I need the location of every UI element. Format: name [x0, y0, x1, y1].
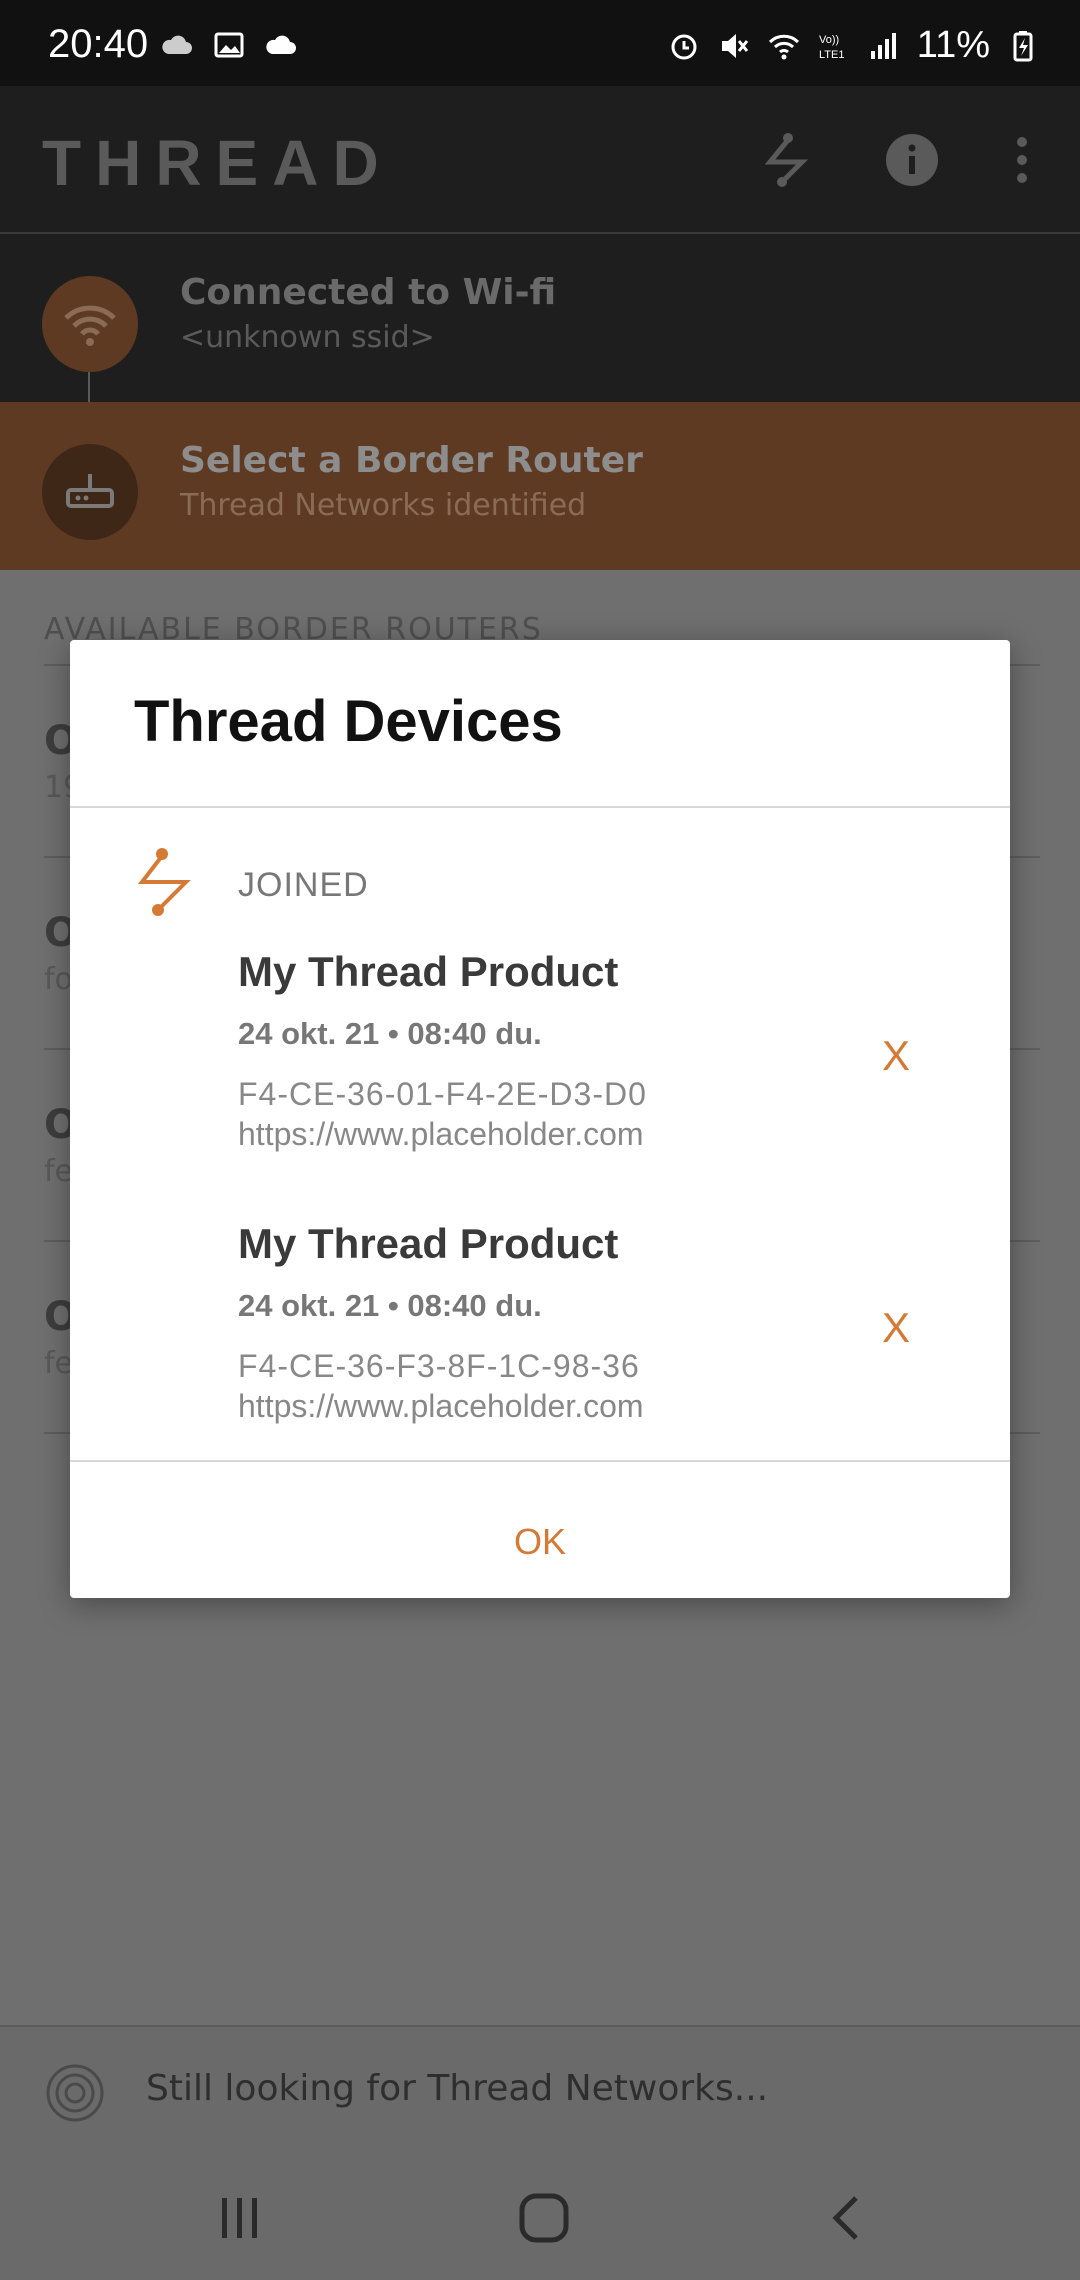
dialog-title: Thread Devices	[134, 689, 563, 754]
status-left-icons	[160, 28, 298, 62]
scan-status-text: Still looking for Thread Networks...	[146, 2068, 769, 2109]
battery-percent: 11%	[916, 24, 990, 66]
step-connector	[88, 372, 90, 404]
router-item-subtitle: fo	[44, 962, 73, 997]
image-icon	[214, 32, 244, 58]
router-item-subtitle: fe	[44, 1154, 74, 1189]
border-router-step-subtitle: Thread Networks identified	[180, 488, 587, 523]
device-joined-time: 24 okt. 21 • 08:40 du.	[238, 1288, 542, 1323]
mute-icon	[721, 33, 748, 58]
recent-apps-icon[interactable]	[212, 2190, 268, 2246]
remove-device-button[interactable]: X	[882, 1304, 910, 1352]
device-eui: F4-CE-36-F3-8F-1C-98-36	[238, 1348, 640, 1384]
info-icon[interactable]	[882, 130, 942, 190]
wifi-step-subtitle: <unknown ssid>	[180, 320, 435, 355]
joined-section-label: JOINED	[238, 866, 369, 904]
device-url[interactable]: https://www.placeholder.com	[238, 1116, 644, 1153]
battery-charging-icon	[1013, 30, 1033, 61]
wifi-step-title: Connected to Wi-fi	[180, 272, 557, 313]
ok-button[interactable]: OK	[70, 1486, 1010, 1598]
signal-icon	[870, 32, 896, 59]
cloud-icon	[162, 35, 192, 54]
cloud-icon	[266, 35, 296, 54]
router-item-subtitle: fe	[44, 1346, 74, 1381]
dialog-divider	[70, 806, 1010, 808]
thread-devices-dialog: Thread Devices JOINED My Thread Product …	[70, 640, 1010, 1598]
thread-devices-icon[interactable]	[756, 130, 816, 190]
svg-text:Vo)): Vo))	[819, 34, 839, 46]
status-time: 20:40	[48, 22, 149, 66]
back-icon[interactable]	[820, 2190, 876, 2246]
svg-text:LTE1: LTE1	[819, 49, 844, 61]
scanning-icon	[46, 2064, 104, 2122]
status-right-icons: Vo)) LTE1 11%	[667, 24, 1040, 67]
volte-icon: Vo)) LTE1	[819, 34, 844, 61]
device-name: My Thread Product	[238, 948, 619, 995]
wifi-icon	[768, 34, 799, 59]
border-router-step-title: Select a Border Router	[180, 440, 643, 481]
device-url[interactable]: https://www.placeholder.com	[238, 1388, 644, 1425]
wifi-step	[0, 234, 1080, 402]
router-icon	[66, 474, 114, 508]
device-joined-time: 24 okt. 21 • 08:40 du.	[238, 1016, 542, 1051]
device-name: My Thread Product	[238, 1220, 619, 1267]
status-bar: 20:40 Vo)) LTE1 11%	[0, 0, 1080, 86]
app-bar: THREAD	[0, 86, 1080, 234]
wifi-icon	[64, 305, 116, 346]
device-eui: F4-CE-36-01-F4-2E-D3-D0	[238, 1076, 647, 1112]
joined-thread-icon	[137, 848, 191, 916]
thread-logo: THREAD	[42, 127, 393, 199]
dialog-divider	[70, 1460, 1010, 1462]
border-router-step	[0, 402, 1080, 570]
alarm-icon	[671, 34, 697, 59]
remove-device-button[interactable]: X	[882, 1032, 910, 1080]
home-icon[interactable]	[514, 2188, 574, 2248]
more-options-icon[interactable]	[992, 130, 1052, 190]
